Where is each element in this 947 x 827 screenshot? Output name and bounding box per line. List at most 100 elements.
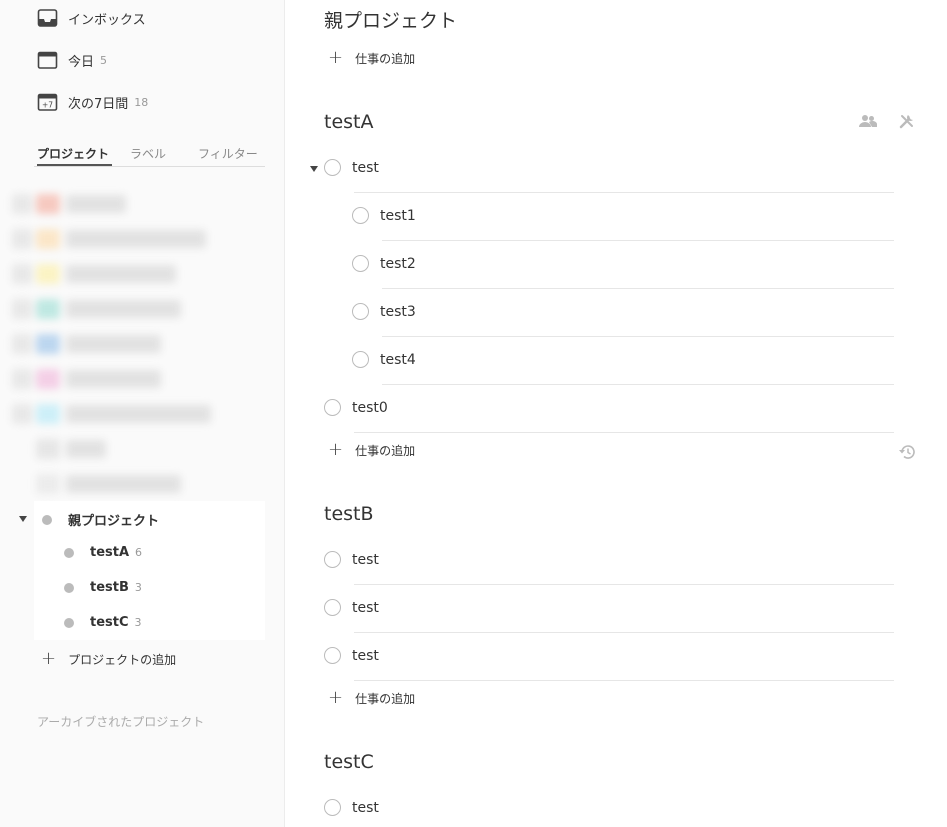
task-label[interactable]: test: [352, 648, 379, 664]
nav-next-7-days[interactable]: +7 次の7日間 18: [37, 91, 148, 113]
nav-next-7-days-label: 次の7日間: [68, 96, 129, 112]
project-tree: 親プロジェクト testA 6 testB 3 testC 3: [34, 501, 265, 640]
calendar-week-icon: +7: [37, 93, 58, 111]
blurred-project-row[interactable]: [12, 367, 161, 391]
task-divider: [354, 192, 894, 193]
project-testB[interactable]: testB 3: [64, 580, 142, 595]
plus-icon: +: [328, 687, 344, 708]
project-color-dot: [64, 617, 74, 628]
blurred-project-row[interactable]: [36, 472, 181, 496]
plus-icon: +: [328, 47, 344, 68]
task-label[interactable]: test: [352, 552, 379, 568]
add-task-button[interactable]: + 仕事の追加: [328, 49, 415, 67]
task-label[interactable]: test: [352, 160, 379, 176]
task-label[interactable]: test1: [380, 208, 416, 224]
project-testC[interactable]: testC 3: [64, 615, 142, 630]
task-checkbox[interactable]: [352, 207, 369, 224]
task-item: test1: [352, 207, 416, 224]
project-title-testC: testC: [324, 751, 374, 773]
task-divider: [382, 384, 894, 385]
task-checkbox[interactable]: [352, 351, 369, 368]
task-item: test0: [324, 399, 388, 416]
collapse-caret[interactable]: [19, 516, 27, 522]
task-label[interactable]: test3: [380, 304, 416, 320]
blurred-project-row[interactable]: [12, 262, 176, 286]
nav-today-label: 今日: [68, 54, 95, 70]
task-divider: [382, 288, 894, 289]
task-label[interactable]: test0: [352, 400, 388, 416]
task-label[interactable]: test4: [380, 352, 416, 368]
task-checkbox[interactable]: [324, 599, 341, 616]
blurred-project-row[interactable]: [12, 297, 181, 321]
task-checkbox[interactable]: [324, 647, 341, 664]
task-collapse-caret[interactable]: [310, 166, 318, 172]
project-title-testB: testB: [324, 503, 374, 525]
blurred-project-row[interactable]: [12, 192, 126, 216]
tab-filters[interactable]: フィルター: [198, 143, 258, 166]
task-label[interactable]: test: [352, 600, 379, 616]
nav-inbox[interactable]: インボックス: [37, 7, 146, 29]
task-item: test: [324, 647, 379, 664]
add-task-label: 仕事の追加: [355, 51, 416, 66]
archived-projects-link[interactable]: アーカイブされたプロジェクト: [37, 713, 204, 730]
add-task-button[interactable]: + 仕事の追加: [328, 689, 415, 707]
project-testC-count: 3: [134, 616, 142, 629]
project-parent-label: 親プロジェクト: [68, 514, 160, 529]
project-testA-count: 6: [135, 546, 143, 559]
nav-next-7-days-count: 18: [134, 95, 149, 109]
project-title-parent: 親プロジェクト: [324, 10, 458, 32]
project-testC-label: testC: [90, 615, 129, 630]
inbox-icon: [37, 9, 58, 27]
plus-icon: +: [328, 439, 344, 460]
share-people-icon[interactable]: [859, 114, 877, 128]
task-checkbox[interactable]: [352, 255, 369, 272]
project-testA-label: testA: [90, 545, 130, 560]
tab-projects[interactable]: プロジェクト: [37, 143, 112, 166]
task-divider: [354, 432, 894, 433]
task-item: test4: [352, 351, 416, 368]
main-content: 親プロジェクト + 仕事の追加 testA test test1 test2 t…: [286, 0, 947, 827]
task-divider: [354, 680, 894, 681]
task-checkbox[interactable]: [324, 399, 341, 416]
nav-inbox-label: インボックス: [68, 12, 146, 28]
project-testA[interactable]: testA 6: [64, 545, 142, 560]
task-checkbox[interactable]: [324, 551, 341, 568]
calendar-week-icon-text: +7: [42, 101, 53, 110]
add-task-label: 仕事の追加: [355, 691, 416, 706]
add-project-label: プロジェクトの追加: [68, 652, 177, 667]
task-checkbox[interactable]: [324, 799, 341, 816]
project-testB-count: 3: [134, 581, 142, 594]
blurred-project-row[interactable]: [36, 437, 106, 461]
nav-today[interactable]: 今日 5: [37, 49, 107, 71]
blurred-project-row[interactable]: [12, 227, 206, 251]
task-label[interactable]: test2: [380, 256, 416, 272]
task-divider: [382, 240, 894, 241]
blurred-project-row[interactable]: [12, 332, 161, 356]
blurred-project-row[interactable]: [12, 402, 211, 426]
add-task-button[interactable]: + 仕事の追加: [328, 441, 415, 459]
add-project-button[interactable]: + プロジェクトの追加: [41, 650, 176, 668]
task-item: test2: [352, 255, 416, 272]
calendar-today-icon: [37, 51, 58, 69]
sidebar: インボックス 今日 5 +7 次の7日間 18 プロジェクト ラベル フィルター: [0, 0, 285, 827]
project-parent[interactable]: 親プロジェクト: [42, 510, 159, 529]
task-item: test: [324, 551, 379, 568]
task-item: test: [324, 599, 379, 616]
project-title-testA: testA: [324, 111, 374, 133]
tools-icon[interactable]: [899, 113, 915, 129]
plus-icon: +: [41, 648, 57, 669]
task-item: test: [324, 159, 379, 176]
sidebar-tabs: プロジェクト ラベル フィルター: [34, 143, 265, 167]
project-color-dot: [42, 514, 52, 525]
task-checkbox[interactable]: [352, 303, 369, 320]
project-testB-label: testB: [90, 580, 129, 595]
project-color-dot: [64, 582, 74, 593]
task-item: test3: [352, 303, 416, 320]
add-task-label: 仕事の追加: [355, 443, 416, 458]
task-divider: [354, 584, 894, 585]
tab-labels[interactable]: ラベル: [130, 143, 180, 166]
history-icon[interactable]: [898, 444, 916, 460]
project-color-dot: [64, 547, 74, 558]
task-checkbox[interactable]: [324, 159, 341, 176]
task-label[interactable]: test: [352, 800, 379, 816]
